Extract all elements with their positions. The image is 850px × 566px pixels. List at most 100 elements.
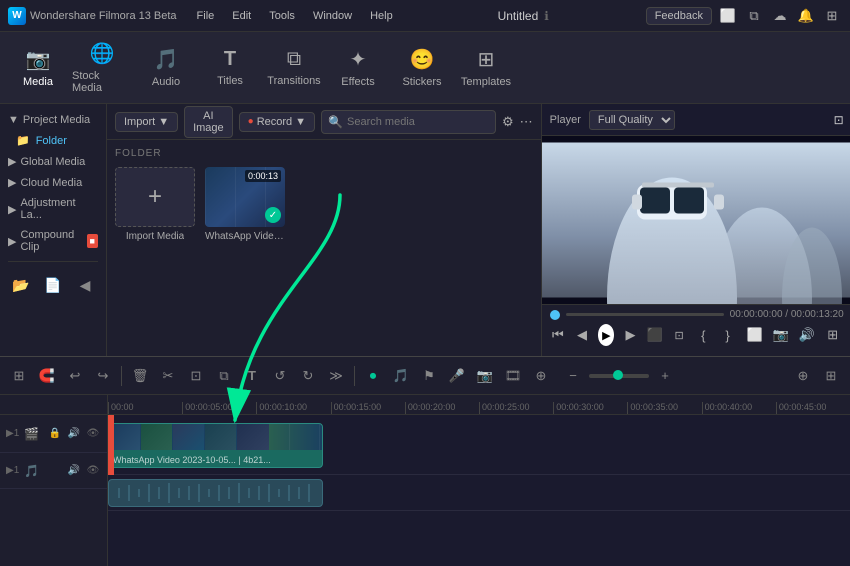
video-track-eye-icon[interactable]: 👁 [85, 426, 101, 442]
tool-titles[interactable]: T Titles [200, 39, 260, 97]
frame-forward-button[interactable]: ▶ [622, 324, 638, 346]
new-folder-icon[interactable]: 📂 [8, 272, 34, 298]
sidebar-adjustment-header[interactable]: ▶ Adjustment La... [0, 193, 106, 225]
record-label: Record [257, 116, 292, 128]
split-icon[interactable]: ⧉ [211, 363, 237, 389]
clip-thumbnail [109, 424, 322, 450]
video-track-volume-icon[interactable]: 🔊 [66, 426, 82, 442]
monitor-icon[interactable]: ⬜ [718, 6, 738, 26]
record-button[interactable]: ● Record ▼ [239, 112, 315, 132]
search-input[interactable] [347, 116, 489, 128]
merge-icon[interactable]: ⊕ [528, 363, 554, 389]
list-item[interactable]: 0:00:13 ✓ WhatsApp Video 2023-10-05... [205, 167, 285, 242]
sidebar-adjustment-label: Adjustment La... [20, 197, 98, 221]
sidebar-item-folder[interactable]: 📁 Folder [0, 130, 106, 151]
more-options-icon[interactable]: ⋯ [520, 114, 533, 130]
quality-select[interactable]: Full Quality 1/2 Quality 1/4 Quality [589, 110, 675, 130]
video-track-lock-icon[interactable]: 🔒 [47, 426, 63, 442]
snapshot-button[interactable]: 📷 [770, 324, 792, 346]
feedback-button[interactable]: Feedback [646, 7, 712, 25]
tool-templates[interactable]: ⊞ Templates [456, 39, 516, 97]
search-box[interactable]: 🔍 [321, 110, 496, 134]
window-title: Untitled ℹ [409, 9, 638, 23]
mic-icon[interactable]: 🎤 [444, 363, 470, 389]
camera-icon[interactable]: 📷 [472, 363, 498, 389]
add-track-icon[interactable]: ⊞ [6, 363, 32, 389]
delete-icon[interactable]: 🗑 [127, 363, 153, 389]
playhead-indicator[interactable] [550, 310, 560, 320]
sidebar-cloud-media-header[interactable]: ▶ Cloud Media [0, 172, 106, 193]
record-timeline-icon[interactable]: ⏺ [360, 363, 386, 389]
import-button[interactable]: Import ▼ [115, 112, 178, 132]
skip-back-button[interactable]: ⏮ [550, 324, 566, 346]
list-item[interactable]: + Import Media [115, 167, 195, 242]
loop2-icon[interactable]: ↻ [295, 363, 321, 389]
ai-image-button[interactable]: AI Image [184, 106, 233, 138]
cloud-upload-icon[interactable]: ☁ [770, 6, 790, 26]
tool-transitions[interactable]: ⧉ Transitions [264, 39, 324, 97]
display-icon[interactable]: ⧉ [744, 6, 764, 26]
audio-track-volume-icon[interactable]: 🔊 [66, 463, 82, 479]
media-content: FOLDER + Import Media 0:00:13 ✓ [107, 140, 541, 356]
progress-bar[interactable] [566, 313, 724, 316]
zoom-track[interactable] [589, 374, 649, 378]
in-point-button[interactable]: { [695, 324, 711, 346]
sidebar-project-media-header[interactable]: ▼ Project Media [0, 110, 106, 130]
out-point-button[interactable]: } [719, 324, 735, 346]
menu-file[interactable]: File [189, 8, 223, 24]
menu-edit[interactable]: Edit [224, 8, 259, 24]
collapse-sidebar-icon[interactable]: ◀ [72, 272, 98, 298]
add-media-timeline-icon[interactable]: ⊕ [790, 363, 816, 389]
player-maximize-icon[interactable]: ⊡ [834, 113, 844, 127]
timeline-settings-icon[interactable]: ⊞ [818, 363, 844, 389]
tool-stickers[interactable]: 😊 Stickers [392, 39, 452, 97]
filter-icon[interactable]: ⚙ [502, 114, 514, 130]
menu-tools[interactable]: Tools [261, 8, 303, 24]
ruler-mark: 00:00:40:00 [702, 402, 776, 414]
tool-media[interactable]: 📷 Media [8, 39, 68, 97]
new-item-icon[interactable]: 📄 [40, 272, 66, 298]
frame-back-button[interactable]: ◀ [574, 324, 590, 346]
play-button[interactable]: ▶ [598, 324, 614, 346]
menu-bar: File Edit Tools Window Help [189, 8, 401, 24]
player-label: Player [550, 114, 581, 126]
undo-icon[interactable]: ↩ [62, 363, 88, 389]
tool-effects[interactable]: ✦ Effects [328, 39, 388, 97]
magnet-icon[interactable]: 🧲 [34, 363, 60, 389]
sidebar-project-media-label: Project Media [23, 114, 90, 126]
expand-timeline-icon[interactable]: ≫ [323, 363, 349, 389]
audio-track-eye-icon[interactable]: 👁 [85, 463, 101, 479]
audio-timeline-icon[interactable]: 🎵 [388, 363, 414, 389]
menu-window[interactable]: Window [305, 8, 360, 24]
crop-timeline-icon[interactable]: ⊡ [183, 363, 209, 389]
fullscreen-button[interactable]: ⬜ [744, 324, 766, 346]
logo-icon: W [8, 7, 26, 25]
expand-button[interactable]: ⊞ [822, 324, 844, 346]
cut-icon[interactable]: ✂ [155, 363, 181, 389]
bell-icon[interactable]: 🔔 [796, 6, 816, 26]
loop-icon[interactable]: ↺ [267, 363, 293, 389]
tool-audio[interactable]: 🎵 Audio [136, 39, 196, 97]
ruler-mark: 00:00:10:00 [256, 402, 330, 414]
titlebar: W Wondershare Filmora 13 Beta File Edit … [0, 0, 850, 32]
sidebar-compound-header[interactable]: ▶ Compound Clip ■ [0, 225, 106, 257]
film-icon[interactable]: 🎞 [500, 363, 526, 389]
video-clip[interactable]: WhatsApp Video 2023-10-05... | 4b21... [108, 423, 323, 468]
progress-bar-container: 00:00:00:00 / 00:00:13:20 [550, 309, 844, 320]
skip-forward-button[interactable]: ⬛ [647, 324, 663, 346]
menu-help[interactable]: Help [362, 8, 401, 24]
video-track-controls: 🔒 🔊 👁 [47, 426, 101, 442]
redo-icon[interactable]: ↪ [90, 363, 116, 389]
audio-clip[interactable] [108, 479, 323, 507]
sidebar-global-media-header[interactable]: ▶ Global Media [0, 151, 106, 172]
volume-button[interactable]: 🔊 [796, 324, 818, 346]
text-icon[interactable]: T [239, 363, 265, 389]
timeline-ruler-area: 00:00 00:00:05:00 00:00:10:00 00:00:15:0… [108, 395, 850, 566]
tool-stock-media[interactable]: 🌐 Stock Media [72, 39, 132, 97]
crop-button[interactable]: ⊡ [671, 324, 687, 346]
marker-icon[interactable]: ⚑ [416, 363, 442, 389]
zoom-in-icon[interactable]: + [652, 363, 678, 389]
grid-icon[interactable]: ⊞ [822, 6, 842, 26]
zoom-out-icon[interactable]: − [560, 363, 586, 389]
templates-icon: ⊞ [478, 47, 495, 72]
